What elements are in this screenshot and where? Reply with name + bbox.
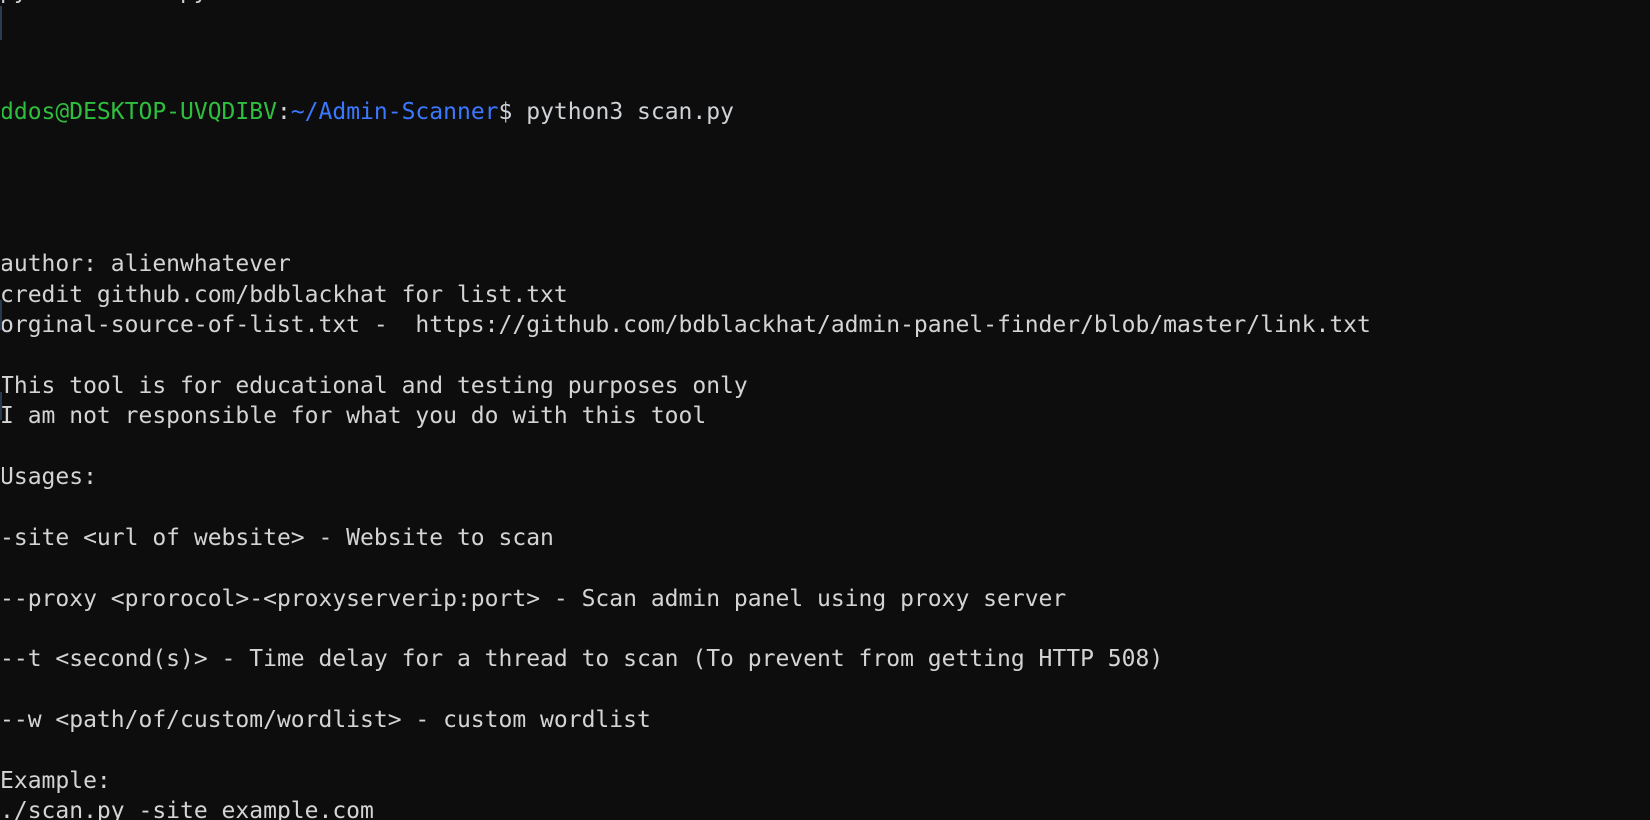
output-line: --proxy <prorocol>-<proxyserverip:port> … <box>0 585 1067 612</box>
output-line: author: alienwhatever <box>0 251 291 278</box>
output-line: orginal-source-of-list.txt - https://git… <box>0 312 1371 338</box>
terminal-window[interactable]: python3 scan.py ddos@DESKTOP-UVQDIBV:~/A… <box>0 0 1650 820</box>
output-line: Usages: <box>0 463 97 490</box>
output-line: credit github.com/bdblackhat for list.tx… <box>0 281 568 308</box>
output-blank-line <box>0 340 1650 370</box>
output-blank-line <box>0 553 1650 583</box>
output-blank-line <box>0 675 1650 705</box>
output-line: --w <path/of/custom/wordlist> - custom w… <box>0 707 651 734</box>
output-line: --t <second(s)> - Time delay for a threa… <box>0 646 1164 673</box>
output-blank-line <box>0 219 1650 249</box>
prompt-command: python3 scan.py <box>512 99 734 126</box>
output-blank-line <box>0 614 1650 644</box>
output-line: Example: <box>0 767 111 794</box>
prompt-path: ~/Admin-Scanner <box>290 99 499 126</box>
terminal-output: author: alienwhatever credit github.com/b… <box>0 219 1650 820</box>
prompt-user-host: ddos@DESKTOP-UVQDIBV <box>0 99 277 126</box>
output-line: ./scan.py -site example.com <box>0 798 374 820</box>
terminal-left-gutter-artifact <box>0 0 2 820</box>
output-line: I am not responsible for what you do wit… <box>0 403 707 430</box>
output-blank-line <box>0 735 1650 765</box>
terminal-screen: ddos@DESKTOP-UVQDIBV:~/Admin-Scanner$ py… <box>0 6 1650 820</box>
prompt-separator: : <box>276 99 291 126</box>
output-blank-line <box>0 432 1650 462</box>
prompt-line: ddos@DESKTOP-UVQDIBV:~/Admin-Scanner$ py… <box>0 97 1650 127</box>
prompt-sigil: $ <box>498 99 513 126</box>
output-line: -site <url of website> - Website to scan <box>0 524 554 551</box>
output-line: This tool is for educational and testing… <box>0 372 748 399</box>
output-blank-line <box>0 492 1650 522</box>
